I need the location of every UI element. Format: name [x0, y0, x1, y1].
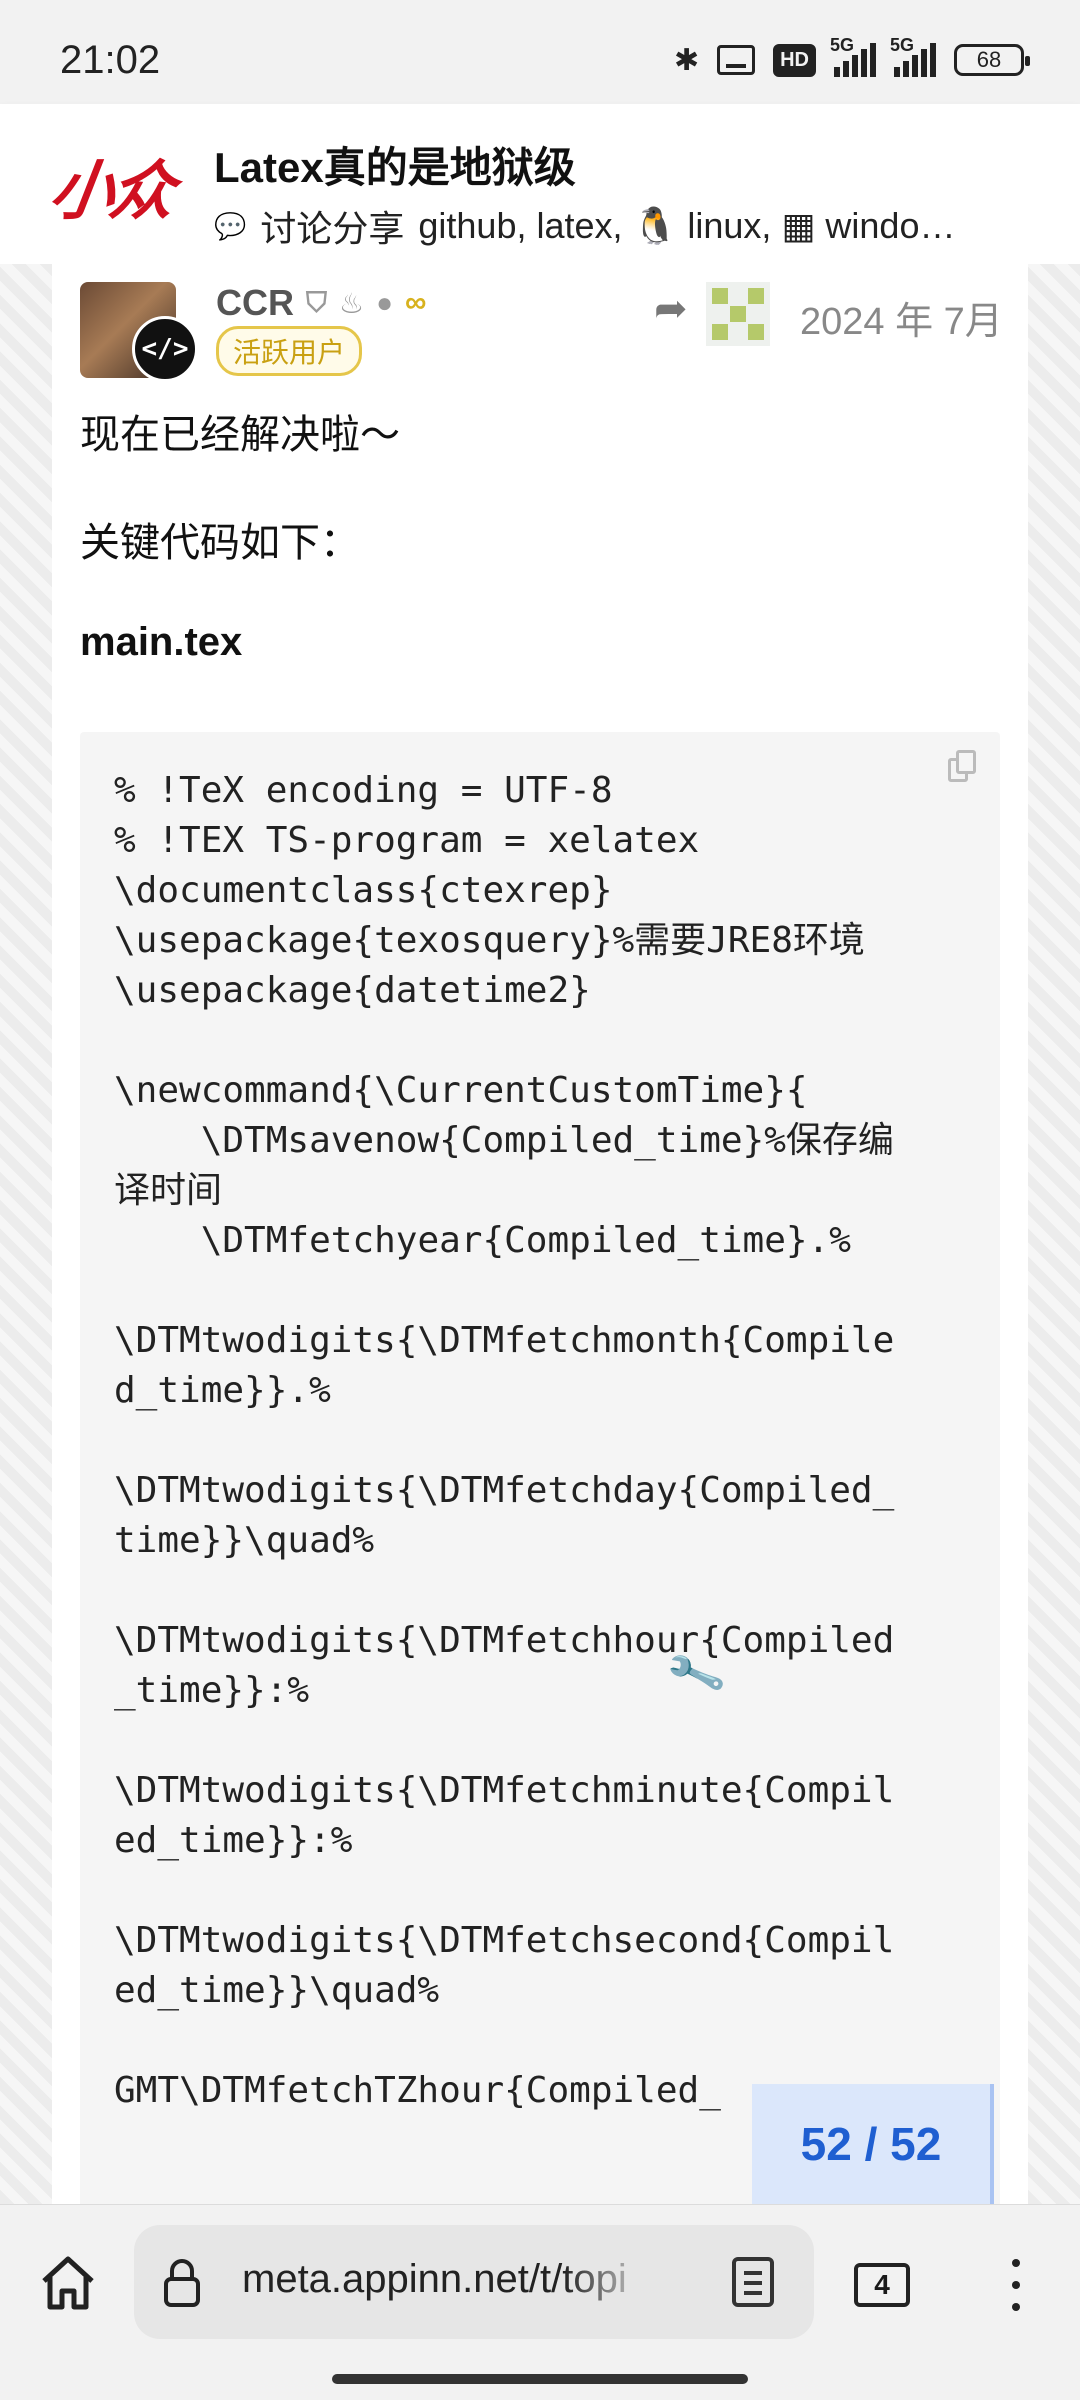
- link-icon: ∞: [405, 286, 427, 319]
- category-bubble-icon: 💬: [214, 210, 247, 241]
- cake-icon: ♨: [339, 287, 365, 319]
- tab-switcher-button[interactable]: 4: [854, 2263, 910, 2307]
- file-name-heading: main.tex: [80, 620, 243, 664]
- address-bar[interactable]: meta.appinn.net/t/topi: [134, 2225, 814, 2339]
- post-text-line-1: 现在已经解决啦～: [80, 413, 400, 457]
- screen-cast-icon: [717, 45, 756, 75]
- code-content: % !TeX encoding = UTF-8 % !TEX TS-progra…: [114, 770, 895, 2111]
- user-title-badge: 活跃用户: [216, 326, 363, 376]
- post-date[interactable]: 2024 年 7月: [800, 290, 1003, 345]
- hd-voice-icon: HD: [773, 43, 816, 77]
- signal-icon-1: 5G: [830, 35, 876, 77]
- gesture-area: [0, 2360, 1080, 2400]
- reply-to-avatar[interactable]: [706, 282, 770, 346]
- topic-header: 小众 Latex真的是地狱级 💬 讨论分享 github, latex, 🐧 l…: [0, 104, 1080, 264]
- post-progress-indicator[interactable]: 52 / 52: [752, 2084, 994, 2204]
- reader-mode-icon[interactable]: [732, 2257, 774, 2307]
- code-badge-icon: </>: [132, 316, 198, 382]
- topic-title[interactable]: Latex真的是地狱级: [214, 134, 576, 195]
- background-pattern-right: [1028, 264, 1080, 2204]
- browser-toolbar: meta.appinn.net/t/topi 4: [0, 2204, 1080, 2360]
- status-icons: ✱ HD 5G 5G 68: [673, 35, 1030, 80]
- status-bar: 21:02 ✱ HD 5G 5G 68: [0, 0, 1080, 104]
- gesture-handle[interactable]: [332, 2374, 748, 2384]
- signal-icon-2: 5G: [890, 35, 936, 77]
- username[interactable]: CCR: [216, 282, 294, 324]
- username-row: CCR ⛉ ♨ ● ∞: [216, 282, 426, 324]
- post-text-line-2: 关键代码如下：: [80, 521, 360, 565]
- shield-icon: ⛉: [306, 286, 328, 318]
- code-block: % !TeX encoding = UTF-8 % !TEX TS-progra…: [80, 732, 1000, 2204]
- post: </> CCR ⛉ ♨ ● ∞ 活跃用户 ➦ 2024 年 7月 现在已经解决啦…: [52, 264, 1028, 2204]
- home-button[interactable]: [36, 2251, 100, 2315]
- battery-icon: 68: [954, 44, 1030, 76]
- site-logo-text: 小众: [44, 155, 176, 229]
- lock-icon: [164, 2259, 200, 2307]
- category-link[interactable]: 讨论分享: [260, 200, 404, 252]
- more-vert-icon[interactable]: [996, 2253, 1036, 2317]
- background-pattern-left: [0, 264, 52, 2204]
- bluetooth-icon: ✱: [673, 43, 700, 77]
- topic-meta: 💬 讨论分享 github, latex, 🐧 linux, ▦ windo…: [214, 200, 1014, 252]
- copy-icon[interactable]: [948, 750, 978, 784]
- home-icon: [42, 2256, 94, 2310]
- status-time: 21:02: [60, 38, 161, 82]
- user-icon: ●: [376, 287, 394, 318]
- tag-list[interactable]: github, latex, 🐧 linux, ▦ windo…: [418, 205, 955, 247]
- site-logo[interactable]: 小众: [28, 146, 194, 229]
- reply-arrow-icon[interactable]: ➦: [654, 286, 688, 332]
